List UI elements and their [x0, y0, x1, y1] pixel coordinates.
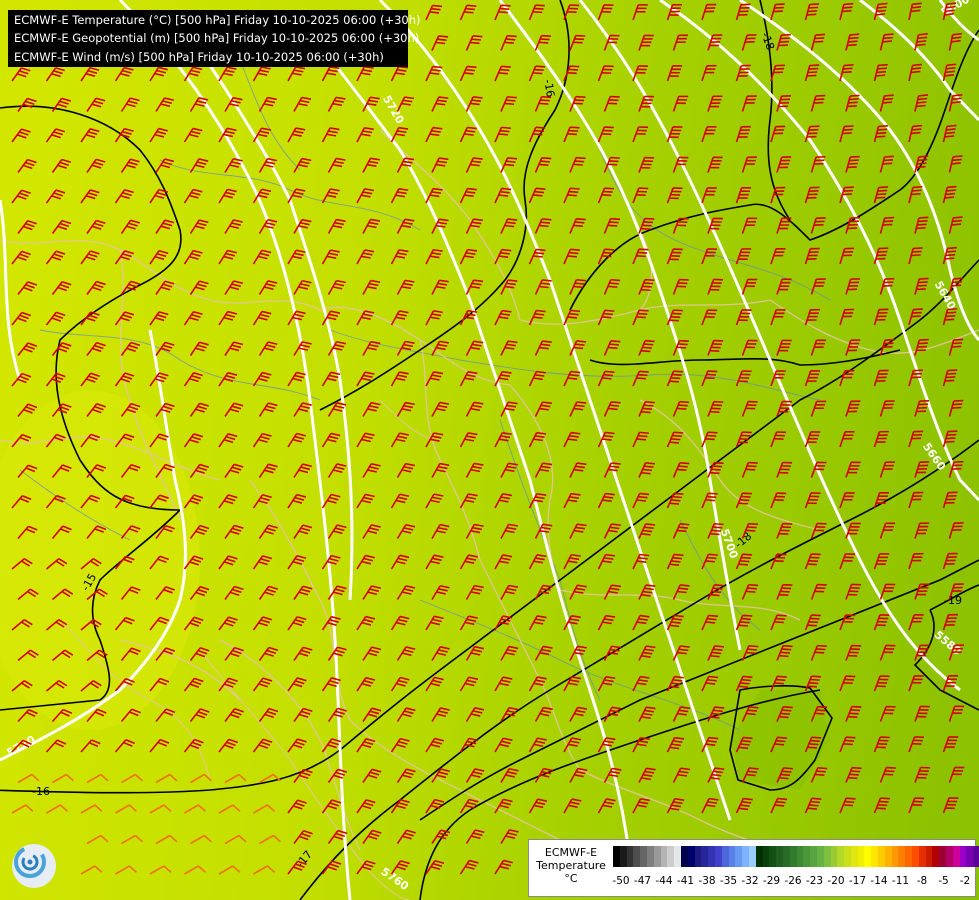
- legend-swatch: [850, 846, 858, 867]
- legend-swatch: [680, 846, 688, 867]
- legend-swatch: [708, 846, 715, 867]
- legend-swatch: [857, 846, 865, 867]
- legend-swatch: [769, 846, 777, 867]
- legend-swatch: [721, 846, 729, 867]
- legend-tick-label: -23: [805, 875, 824, 887]
- legend-swatch: [613, 846, 620, 867]
- legend-title-line2: Temperature: [536, 859, 606, 872]
- legend-swatch: [701, 846, 709, 867]
- legend-tick-labels: -50 -47 -44 -41 -38 -35 -32 -29 -26 -23 -20 -17 -14-…: [612, 875, 973, 889]
- legend-tick-label: -14: [870, 875, 888, 887]
- legend-tick-label: -26: [784, 875, 802, 887]
- weather-map: 5600 5720 5640 5660 5700 5580 5720 5760 …: [0, 0, 979, 900]
- legend-swatch: [687, 846, 695, 867]
- legend-swatch: [776, 846, 783, 867]
- legend-swatch: [667, 846, 675, 867]
- map-canvas: 5600 5720 5640 5660 5700 5580 5720 5760 …: [0, 0, 979, 900]
- legend-tick-label: -47: [633, 875, 652, 887]
- legend-swatch: [789, 846, 797, 867]
- legend-swatch: [939, 846, 947, 867]
- legend-swatch: [728, 846, 736, 867]
- legend-tick-label: -11: [891, 875, 910, 887]
- legend-tick-label: -20: [827, 875, 845, 887]
- legend-swatch: [762, 846, 770, 867]
- legend-swatch: [952, 846, 960, 867]
- legend-swatch: [742, 846, 749, 867]
- legend-swatch: [714, 846, 722, 867]
- legend-swatch: [674, 846, 681, 867]
- legend-swatch: [660, 846, 668, 867]
- legend-swatch: [633, 846, 641, 867]
- legend-swatch: [810, 846, 817, 867]
- legend-swatch: [871, 846, 879, 867]
- legend-swatch: [803, 846, 811, 867]
- legend-swatch: [966, 846, 974, 867]
- iso-label: -19: [944, 594, 962, 607]
- temperature-title: ECMWF-E Temperature (°C) [500 hPa] Frida…: [14, 13, 421, 27]
- legend-swatch: [946, 846, 953, 867]
- legend-swatch: [905, 846, 913, 867]
- legend-swatch: [694, 846, 702, 867]
- legend-tick-label: -5: [938, 875, 949, 887]
- legend-swatch: [646, 846, 654, 867]
- legend-swatch: [619, 846, 627, 867]
- legend-title: ECMWF-E Temperature °C: [531, 846, 611, 885]
- legend-tick-label: -29: [762, 875, 781, 887]
- legend-swatch: [823, 846, 831, 867]
- geopotential-title: ECMWF-E Geopotential (m) [500 hPa] Frida…: [14, 31, 420, 46]
- legend-swatch: [884, 846, 892, 867]
- legend-swatch: [878, 846, 885, 867]
- legend-swatch: [782, 846, 790, 867]
- weather-logo-icon[interactable]: [12, 844, 56, 888]
- iso-label: -16: [32, 785, 50, 798]
- legend-swatch: [626, 846, 634, 867]
- legend-swatch: [932, 846, 940, 867]
- legend-color-scale: [613, 846, 979, 867]
- legend-swatch: [748, 846, 756, 867]
- legend-swatch: [973, 846, 979, 867]
- legend-swatch: [898, 846, 906, 867]
- legend-swatch: [844, 846, 851, 867]
- legend-swatch: [796, 846, 804, 867]
- legend-tick-label: -2: [959, 875, 971, 887]
- legend-swatch: [912, 846, 919, 867]
- temperature-legend: ECMWF-E Temperature °C -50 -47 -44 -41 -38 -3…: [528, 839, 979, 897]
- map-title-box: ECMWF-E Temperature (°C) [500 hPa] Frida…: [8, 10, 421, 67]
- legend-swatch: [653, 846, 661, 867]
- legend-tick-label: -32: [741, 875, 759, 887]
- legend-swatch: [816, 846, 824, 867]
- legend-swatch: [925, 846, 933, 867]
- legend-swatch: [918, 846, 926, 867]
- legend-tick-label: -35: [719, 875, 738, 887]
- legend-swatch: [837, 846, 845, 867]
- legend-swatch: [755, 846, 763, 867]
- legend-tick-label: -44: [655, 875, 673, 887]
- legend-swatch: [891, 846, 899, 867]
- legend-tick-label: -41: [676, 875, 695, 887]
- swirl-icon: [14, 846, 46, 878]
- legend-swatch: [640, 846, 647, 867]
- legend-swatch: [735, 846, 743, 867]
- legend-tick-label: -17: [848, 875, 867, 887]
- legend-tick-label: -8: [916, 875, 928, 887]
- legend-title-line1: ECMWF-E: [544, 846, 598, 859]
- legend-tick-label: -38: [698, 875, 716, 887]
- legend-tick-label: -50: [612, 875, 630, 887]
- legend-swatch: [959, 846, 967, 867]
- legend-swatch: [830, 846, 838, 867]
- legend-swatch: [864, 846, 872, 867]
- wind-title: ECMWF-E Wind (m/s) [500 hPa] Friday 10-1…: [14, 49, 384, 64]
- legend-unit: °C: [564, 872, 578, 885]
